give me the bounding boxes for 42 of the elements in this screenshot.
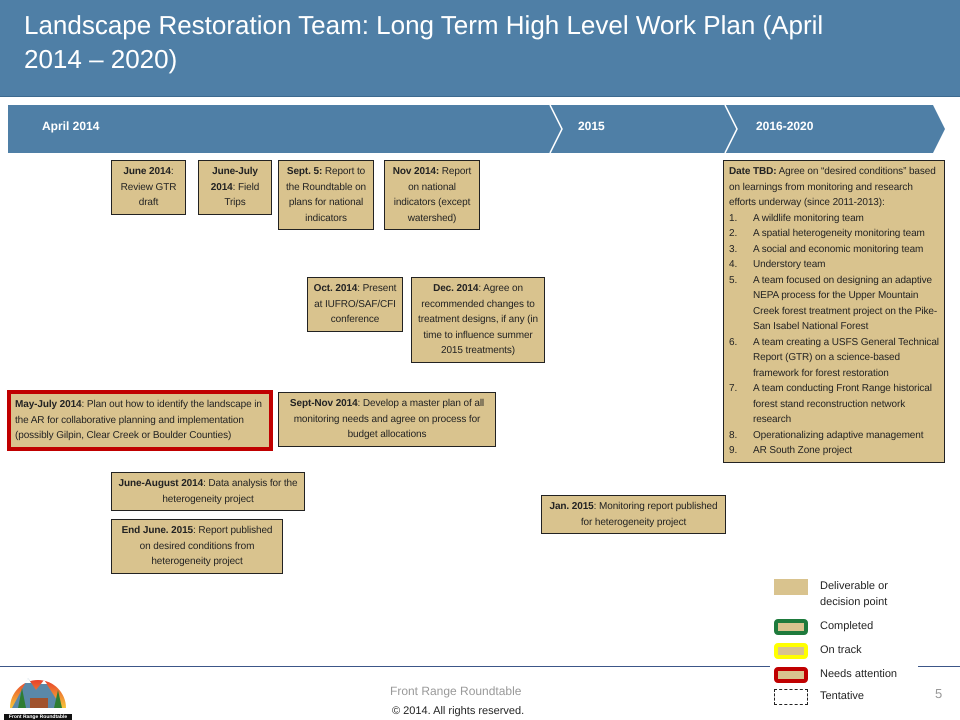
milestone-card: Nov 2014: Report on national indicators (except watershed) xyxy=(384,160,480,230)
milestone-card: Sept-Nov 2014: Develop a master plan of all monitoring needs and agree on process for budget allocations xyxy=(278,392,496,446)
legend-label: Needs attention xyxy=(820,667,898,682)
timeline-period-label: 2015 xyxy=(578,119,605,133)
list-item-text: A spatial heterogeneity monitoring team xyxy=(753,227,925,241)
legend-label: Deliverable or decision point xyxy=(820,579,889,610)
milestone-card: End June. 2015: Report published on desired conditions from heterogeneity project xyxy=(111,519,283,574)
legend-label: On track xyxy=(820,643,863,658)
list-item-text: A team focused on designing an adaptive NEPA process for the Upper Mountain Creek forest treatment project on the Pike-San Isabel National Forest xyxy=(753,274,938,334)
list-item-text: A social and economic monitoring team xyxy=(753,242,924,256)
list-number: 9. xyxy=(729,444,738,458)
milestone-card: Oct. 2014: Present at IUFRO/SAF/CFI conference xyxy=(307,277,403,332)
list-number: 2. xyxy=(729,227,738,241)
slide-title: Landscape Restoration Team: Long Term High Level Work Plan (April 2014 – 2020) xyxy=(24,9,824,76)
legend-label: Tentative xyxy=(820,689,866,704)
list-item-text: A team creating a USFS General Technical Report (GTR) on a science-based framework for forest restoration xyxy=(753,336,939,380)
list-number: 7. xyxy=(729,382,738,396)
milestone-card: Sept. 5: Report to the Roundtable on plans for national indicators xyxy=(278,160,374,230)
list-item-text: Understory team xyxy=(753,258,826,272)
milestone-card: June 2014: Review GTR draft xyxy=(111,160,186,214)
list-number: 5. xyxy=(729,274,738,288)
legend-label: Completed xyxy=(820,619,874,634)
milestone-card: May-July 2014: Plan out how to identify the landscape in the AR for collaborative planning and implementation (possibly Gilpin, Clear Creek or Boulder Counties) xyxy=(7,390,273,450)
list-item-text: A team conducting Front Range historical forest stand reconstruction network research xyxy=(753,382,933,427)
footer-copyright: © 2014. All rights reserved. xyxy=(392,705,524,717)
list-item-text: Operationalizing adaptive management xyxy=(753,428,924,442)
list-number: 4. xyxy=(729,258,738,272)
milestone-card: Jan. 2015: Monitoring report published for heterogeneity project xyxy=(541,495,726,534)
milestone-card: June-July 2014: Field Trips xyxy=(198,160,272,214)
milestone-card: Dec. 2014: Agree on recommended changes to treatment designs, if any (in time to influence summer 2015 treatments) xyxy=(411,277,545,362)
page-number: 5 xyxy=(935,686,942,701)
list-number: 3. xyxy=(729,242,738,256)
card-intro: Date TBD: Agree on “desired conditions” based on learnings from monitoring and research efforts underway (since 2011-2013): xyxy=(729,165,937,210)
list-item-text: A wildlife monitoring team xyxy=(753,212,864,226)
timeline-period-label: 2016-2020 xyxy=(756,119,814,133)
milestone-card: June-August 2014: Data analysis for the heterogeneity project xyxy=(111,472,305,511)
list-item-text: AR South Zone project xyxy=(753,444,852,458)
footer-organization: Front Range Roundtable xyxy=(390,684,522,698)
timeline-period-label: April 2014 xyxy=(42,119,100,133)
list-number: 6. xyxy=(729,336,738,350)
list-number: 8. xyxy=(729,428,738,442)
list-number: 1. xyxy=(729,212,738,226)
